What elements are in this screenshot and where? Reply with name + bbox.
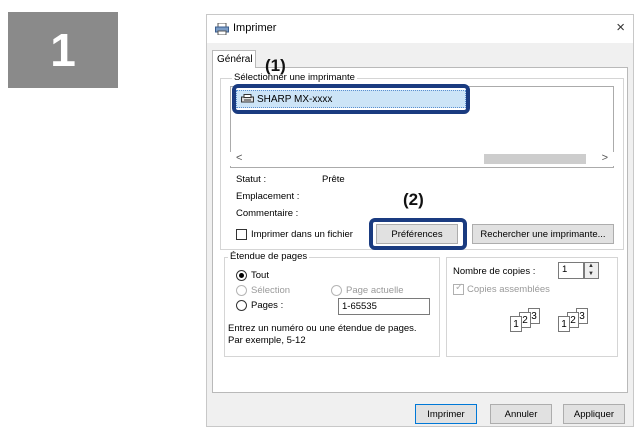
collate-checkbox[interactable] xyxy=(453,282,464,295)
callout-box-1 xyxy=(232,84,470,114)
status-label: Statut : xyxy=(236,174,267,185)
scroll-left-icon[interactable]: < xyxy=(236,152,242,164)
printer-select-group-label: Sélectionner une imprimante xyxy=(232,72,357,83)
page-range-group-label: Étendue de pages xyxy=(228,251,310,262)
apply-button[interactable]: Appliquer xyxy=(563,404,625,424)
page-range-hint-line1: Entrez un numéro ou une étendue de pages… xyxy=(228,323,417,334)
horizontal-scrollbar[interactable]: < > xyxy=(230,152,614,166)
print-button[interactable]: Imprimer xyxy=(415,404,477,424)
stepper-up-icon[interactable]: ▲ xyxy=(588,263,594,269)
window-title: Imprimer xyxy=(233,22,277,34)
callout-label-2: (2) xyxy=(403,190,424,209)
close-icon[interactable]: × xyxy=(616,19,625,36)
radio-pages[interactable] xyxy=(236,300,247,311)
copies-stepper[interactable]: ▲ ▼ xyxy=(584,262,599,279)
radio-current-page-label: Page actuelle xyxy=(346,285,404,296)
find-printer-button[interactable]: Rechercher une imprimante... xyxy=(472,224,614,244)
radio-all-label: Tout xyxy=(251,270,269,281)
copies-count-label: Nombre de copies : xyxy=(453,266,536,277)
step-number: 1 xyxy=(50,24,76,76)
radio-all[interactable] xyxy=(236,270,247,281)
step-number-badge: 1 xyxy=(8,12,118,88)
status-value: Prête xyxy=(322,174,345,185)
page-range-hint-line2: Par exemple, 5-12 xyxy=(228,335,306,346)
location-label: Emplacement : xyxy=(236,191,300,202)
radio-selection-label: Sélection xyxy=(251,285,291,296)
printer-icon xyxy=(215,23,229,35)
print-to-file-checkbox[interactable] xyxy=(236,229,247,240)
scroll-right-icon[interactable]: > xyxy=(602,152,608,164)
title-bar: Imprimer × xyxy=(207,15,633,43)
scrollbar-thumb[interactable] xyxy=(484,154,586,164)
radio-current-page[interactable] xyxy=(331,285,342,296)
radio-selection[interactable] xyxy=(236,285,247,296)
pages-input[interactable]: 1-65535 xyxy=(338,298,430,315)
comment-label: Commentaire : xyxy=(236,208,299,219)
radio-pages-label: Pages : xyxy=(251,300,284,311)
copies-count-input[interactable]: 1 xyxy=(558,262,584,279)
callout-label-1: (1) xyxy=(265,56,286,75)
print-to-file-label: Imprimer dans un fichier xyxy=(251,229,353,240)
stepper-down-icon[interactable]: ▼ xyxy=(588,271,594,277)
tab-general[interactable]: Général xyxy=(212,50,256,68)
cancel-button[interactable]: Annuler xyxy=(490,404,552,424)
callout-box-2 xyxy=(369,218,467,250)
collate-label: Copies assemblées xyxy=(467,284,550,295)
